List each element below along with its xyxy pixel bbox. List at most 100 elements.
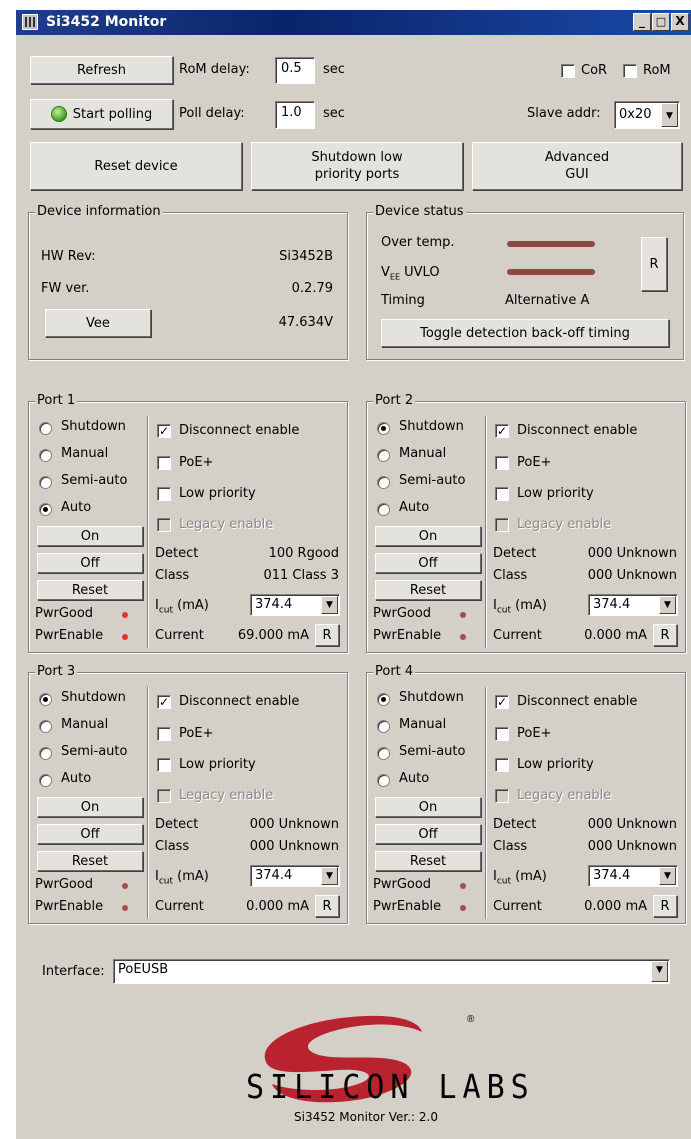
mode-radio-manual[interactable] [39,449,52,462]
disconnect-checkbox[interactable]: ✓ [157,424,171,438]
pwrgood-led [122,883,128,889]
mode-label-semi: Semi-auto [61,473,128,488]
disconnect-checkbox[interactable]: ✓ [495,424,509,438]
pwrenable-label: PwrEnable [35,899,104,914]
poe-checkbox[interactable] [495,456,509,470]
mode-radio-shutdown[interactable] [377,422,390,435]
poe-label: PoE+ [517,455,552,470]
off-button[interactable]: Off [37,553,143,573]
rom-delay-label: RoM delay: [179,62,250,77]
current-value: 0.000 mA [584,628,647,643]
legacy-checkbox [495,789,509,803]
divider [485,416,486,648]
detect-value: 000 Unknown [587,546,677,561]
slave-addr-select[interactable]: 0x20 ▼ [614,101,680,129]
window-title: Si3452 Monitor [46,14,167,30]
reset-device-button[interactable]: Reset device [30,142,242,190]
reset-button[interactable]: Reset [375,851,481,871]
interface-value: PoEUSB [118,962,169,977]
reset-button[interactable]: Reset [37,580,143,600]
off-button[interactable]: Off [375,824,481,844]
title-bar[interactable]: Si3452 Monitor _ □ X [16,10,691,35]
mode-radio-semi[interactable] [39,476,52,489]
advanced-gui-button[interactable]: Advanced GUI [472,142,682,190]
mode-radio-manual[interactable] [377,720,390,733]
reset-button[interactable]: Reset [37,851,143,871]
disconnect-checkbox[interactable]: ✓ [495,695,509,709]
icut-select[interactable]: 374.4 ▼ [250,594,340,616]
slave-addr-value: 0x20 [619,107,652,122]
minimize-button[interactable]: _ [633,13,651,31]
class-label: Class [155,839,190,854]
class-value: 000 Unknown [587,568,677,583]
rom-label: RoM [643,63,671,78]
current-reset-button[interactable]: R [315,624,339,646]
close-button[interactable]: X [671,13,689,31]
icut-select[interactable]: 374.4 ▼ [588,594,678,616]
mode-label-auto: Auto [399,771,430,786]
mode-radio-shutdown[interactable] [39,422,52,435]
shutdown-low-priority-button[interactable]: Shutdown low priority ports [251,142,463,190]
mode-radio-auto[interactable] [377,503,390,516]
maximize-button[interactable]: □ [652,13,670,31]
advanced-line2: GUI [565,167,589,182]
toggle-detection-button[interactable]: Toggle detection back-off timing [381,319,669,347]
low-label: Low priority [517,486,594,501]
current-reset-button[interactable]: R [315,895,339,917]
current-reset-button[interactable]: R [653,624,677,646]
current-label: Current [493,899,542,914]
chevron-down-icon: ▼ [321,867,338,885]
divider [485,687,486,919]
divider [147,687,148,919]
poll-delay-input[interactable]: 1.0 [275,101,315,129]
mode-radio-auto[interactable] [39,774,52,787]
cor-checkbox[interactable] [561,64,575,78]
off-button[interactable]: Off [37,824,143,844]
on-button[interactable]: On [37,797,143,817]
rom-checkbox[interactable] [623,64,637,78]
on-button[interactable]: On [375,797,481,817]
on-button[interactable]: On [375,526,481,546]
low-checkbox[interactable] [157,758,171,772]
icut-select[interactable]: 374.4 ▼ [250,865,340,887]
on-button[interactable]: On [37,526,143,546]
poe-checkbox[interactable] [495,727,509,741]
poe-label: PoE+ [179,455,214,470]
low-checkbox[interactable] [495,487,509,501]
green-status-icon [50,106,67,122]
mode-label-manual: Manual [399,446,447,461]
interface-select[interactable]: PoEUSB ▼ [113,959,670,984]
poe-checkbox[interactable] [157,727,171,741]
reset-button[interactable]: Reset [375,580,481,600]
low-checkbox[interactable] [495,758,509,772]
icut-select[interactable]: 374.4 ▼ [588,865,678,887]
mode-radio-semi[interactable] [377,476,390,489]
disconnect-checkbox[interactable]: ✓ [157,695,171,709]
pwrenable-label: PwrEnable [35,628,104,643]
current-reset-button[interactable]: R [653,895,677,917]
mode-radio-semi[interactable] [377,747,390,760]
rom-delay-input[interactable]: 0.5 [275,57,315,84]
mode-radio-manual[interactable] [377,449,390,462]
off-button[interactable]: Off [375,553,481,573]
pwrenable-label: PwrEnable [373,628,442,643]
start-polling-button[interactable]: Start polling [30,99,173,129]
status-reset-button[interactable]: R [641,237,667,291]
mode-label-semi: Semi-auto [61,744,128,759]
port-group: Port 3 Shutdown Manual Semi-auto Auto On … [28,664,348,924]
pwrgood-led [460,883,466,889]
icut-label: Icut (mA) [155,598,209,616]
mode-radio-shutdown[interactable] [377,693,390,706]
mode-radio-shutdown[interactable] [39,693,52,706]
mode-radio-manual[interactable] [39,720,52,733]
low-checkbox[interactable] [157,487,171,501]
poe-checkbox[interactable] [157,456,171,470]
mode-radio-auto[interactable] [39,503,52,516]
refresh-button[interactable]: Refresh [30,56,173,84]
mode-radio-semi[interactable] [39,747,52,760]
low-label: Low priority [517,757,594,772]
mode-radio-auto[interactable] [377,774,390,787]
hw-rev-label: HW Rev: [41,249,96,264]
vee-button[interactable]: Vee [45,309,151,337]
icut-label: Icut (mA) [493,598,547,616]
